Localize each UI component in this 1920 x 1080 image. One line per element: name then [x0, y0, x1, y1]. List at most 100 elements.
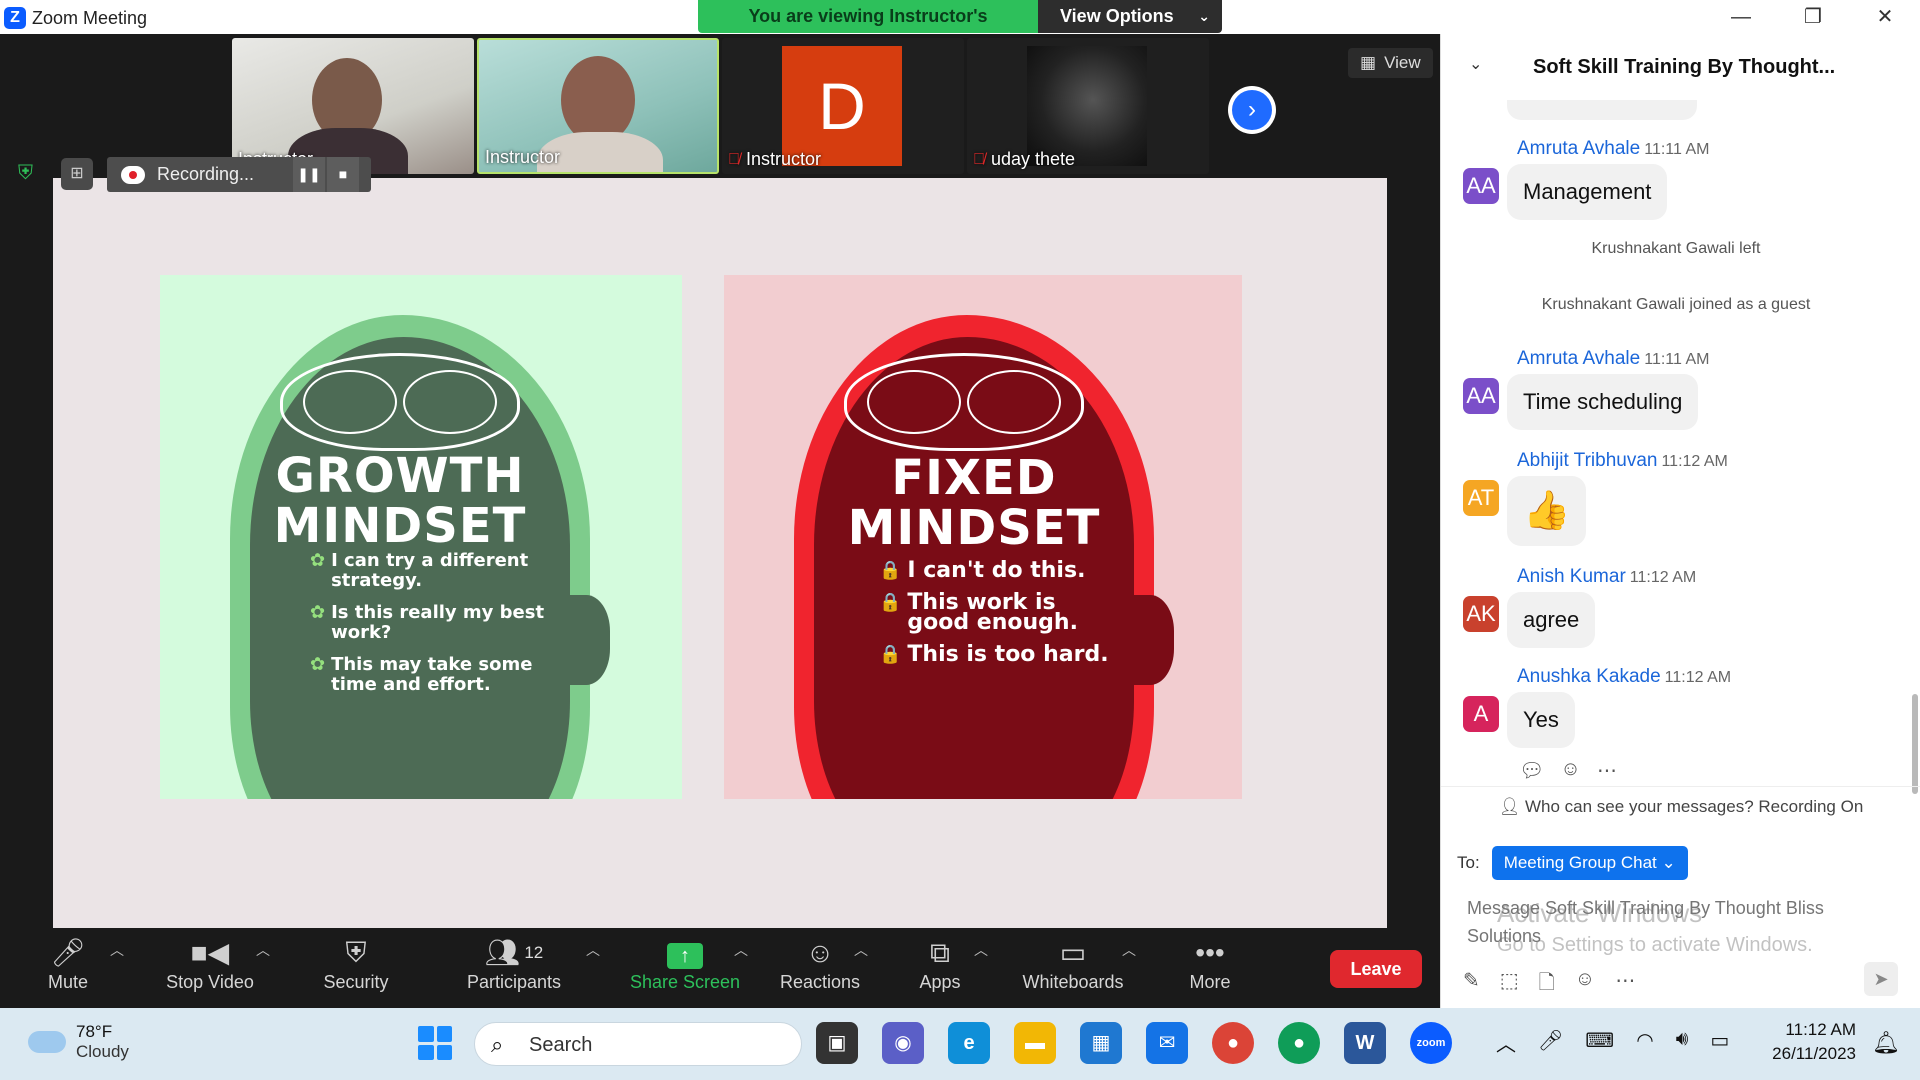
file-explorer-icon[interactable]: ▬: [1014, 1022, 1056, 1064]
grid-layout-button[interactable]: ⊞: [61, 158, 93, 190]
microsoft-store-icon[interactable]: ▦: [1080, 1022, 1122, 1064]
chat-message-input[interactable]: [1467, 894, 1887, 956]
more-dots-icon[interactable]: ⋯: [1597, 758, 1617, 783]
avatar: A: [1463, 696, 1499, 732]
emoji-icon[interactable]: ☺: [1575, 968, 1595, 1002]
participants-button[interactable]: 👥︎ 12 Participants: [462, 930, 566, 1008]
word-icon[interactable]: W: [1344, 1022, 1386, 1064]
chevron-down-icon[interactable]: ⌄: [1469, 54, 1482, 74]
close-window-button[interactable]: ✕: [1850, 0, 1920, 34]
task-view-icon[interactable]: ▣: [816, 1022, 858, 1064]
message-sender[interactable]: Anushka Kakade: [1517, 666, 1661, 687]
audio-options-caret[interactable]: ︿: [110, 940, 124, 960]
whiteboards-button[interactable]: ▭ Whiteboards: [1018, 930, 1128, 1008]
lock-icon: 🔒: [879, 560, 902, 581]
wifi-icon[interactable]: ◠: [1636, 1028, 1653, 1057]
participant-tile-active-speaker[interactable]: Instructor: [477, 38, 719, 174]
message-sender[interactable]: Anish Kumar: [1517, 566, 1626, 587]
video-options-caret[interactable]: ︿: [256, 940, 270, 960]
chrome-profile-icon[interactable]: ●: [1278, 1022, 1320, 1064]
edge-browser-icon[interactable]: e: [948, 1022, 990, 1064]
stop-recording-button[interactable]: ■: [327, 157, 359, 192]
taskbar-search[interactable]: ⌕ Search: [474, 1022, 802, 1066]
minimize-button[interactable]: —: [1706, 0, 1776, 34]
start-button[interactable]: [418, 1026, 452, 1060]
file-icon[interactable]: 🗋: [1539, 968, 1555, 1002]
share-options-caret[interactable]: ︿: [734, 940, 748, 960]
share-screen-button[interactable]: ↑ Share Screen: [630, 930, 740, 1008]
message-bubble-thumbs-up[interactable]: 👍: [1507, 476, 1587, 546]
system-clock[interactable]: 11:12 AM 26/11/2023: [1760, 1018, 1856, 1066]
volume-icon[interactable]: 🔊︎: [1676, 1028, 1689, 1057]
view-button[interactable]: ▦ View: [1348, 48, 1433, 78]
next-page-button[interactable]: ›: [1228, 86, 1276, 134]
reactions-button[interactable]: ☺ Reactions: [778, 930, 862, 1008]
grid-view-icon: ▦: [1360, 53, 1377, 72]
chrome-icon[interactable]: ●: [1212, 1022, 1254, 1064]
more-dots-icon[interactable]: ⋯: [1615, 968, 1635, 1002]
growth-mindset-slide: GROWTH MINDSET ✿ I can try a different st…: [160, 275, 682, 799]
message-bubble[interactable]: Management: [1507, 164, 1668, 220]
message-bubble[interactable]: Time scheduling: [1507, 374, 1699, 430]
maximize-button[interactable]: ❐: [1778, 0, 1848, 34]
security-button[interactable]: ⛨ Security: [314, 930, 398, 1008]
participant-tile[interactable]: Instructor: [232, 38, 474, 174]
microphone-icon[interactable]: 🎤︎: [1538, 1028, 1563, 1057]
participants-options-caret[interactable]: ︿: [586, 940, 600, 960]
mute-button[interactable]: 🎤︎ Mute: [40, 930, 96, 1008]
message-bubble[interactable]: Yes: [1507, 692, 1575, 748]
participant-avatar: D: [782, 46, 902, 166]
chat-title: Soft Skill Training By Thought...: [1533, 56, 1836, 78]
list-item: 🔒 This is too hard.: [879, 642, 1109, 667]
weather-widget[interactable]: 78°F Cloudy: [28, 1022, 129, 1062]
apps-button[interactable]: ⧉ Apps: [912, 930, 968, 1008]
viewing-banner: You are viewing Instructor's screen View…: [698, 0, 1222, 33]
weather-description: Cloudy: [76, 1042, 129, 1061]
add-reaction-icon[interactable]: ☺: [1560, 758, 1580, 783]
pause-recording-button[interactable]: ❚❚: [293, 157, 325, 192]
keyboard-icon[interactable]: ⌨: [1585, 1028, 1614, 1057]
reply-icon[interactable]: 💬︎: [1519, 758, 1544, 783]
brain-icon: [280, 353, 520, 451]
notification-bell-icon[interactable]: 🔔︎: [1872, 1030, 1900, 1056]
more-button[interactable]: ••• More: [1184, 930, 1236, 1008]
chevron-up-icon[interactable]: ︿: [1496, 1028, 1516, 1057]
shield-check-icon[interactable]: ⛨: [18, 162, 40, 186]
send-button[interactable]: ➤: [1864, 962, 1898, 996]
apps-options-caret[interactable]: ︿: [974, 940, 988, 960]
recipient-dropdown[interactable]: Meeting Group Chat ⌄: [1491, 846, 1688, 880]
privacy-notice[interactable]: 👤︎ Who can see your messages? Recording …: [1441, 786, 1920, 826]
battery-icon[interactable]: ▭: [1710, 1028, 1729, 1057]
zoom-app-icon[interactable]: zoom: [1410, 1022, 1452, 1064]
chat-message: AK Anish Kumar 11:12 AM agree: [1441, 566, 1911, 656]
message-time: 11:12 AM: [1664, 669, 1732, 686]
message-actions: 💬︎ ☺ ⋯: [1519, 758, 1617, 783]
message-sender[interactable]: Amruta Avhale: [1517, 348, 1640, 369]
mail-icon[interactable]: ✉: [1146, 1022, 1188, 1064]
reactions-options-caret[interactable]: ︿: [854, 940, 868, 960]
format-text-icon[interactable]: ✎: [1463, 968, 1480, 1002]
chevron-down-icon: ⌄: [1198, 8, 1210, 24]
participant-tile[interactable]: 🎙̸ uday thete: [967, 38, 1209, 174]
message-time: 11:12 AM: [1629, 569, 1697, 586]
teams-chat-icon[interactable]: ◉: [882, 1022, 924, 1064]
message-bubble[interactable]: agree: [1507, 592, 1596, 648]
growth-mindset-list: ✿ I can try a different strategy. ✿ Is thi…: [310, 551, 550, 707]
smiley-plus-icon: ☺: [805, 937, 835, 968]
screenshot-icon[interactable]: ⬚: [1500, 968, 1519, 1002]
whiteboards-options-caret[interactable]: ︿: [1122, 940, 1136, 960]
stop-video-button[interactable]: ■◀ Stop Video: [160, 930, 260, 1008]
message-sender[interactable]: Amruta Avhale: [1517, 138, 1640, 159]
message-sender[interactable]: Abhijit Tribhuvan: [1517, 450, 1657, 471]
more-dots-icon: •••: [1195, 937, 1225, 968]
chat-scrollbar[interactable]: [1912, 694, 1918, 794]
recording-label: Recording...: [157, 164, 255, 184]
growth-mindset-title: GROWTH MINDSET: [273, 448, 527, 554]
video-camera-icon: ■◀: [190, 937, 230, 968]
leave-button[interactable]: Leave: [1330, 950, 1422, 988]
recording-bar: Recording... ❚❚ ■: [107, 157, 371, 192]
view-options-button[interactable]: View Options ⌄: [1038, 0, 1222, 33]
participant-tile[interactable]: D 🎙̸ Instructor: [722, 38, 964, 174]
system-message: Krushnakant Gawali joined as a guest: [1541, 296, 1811, 313]
participant-count: 12: [524, 943, 544, 962]
